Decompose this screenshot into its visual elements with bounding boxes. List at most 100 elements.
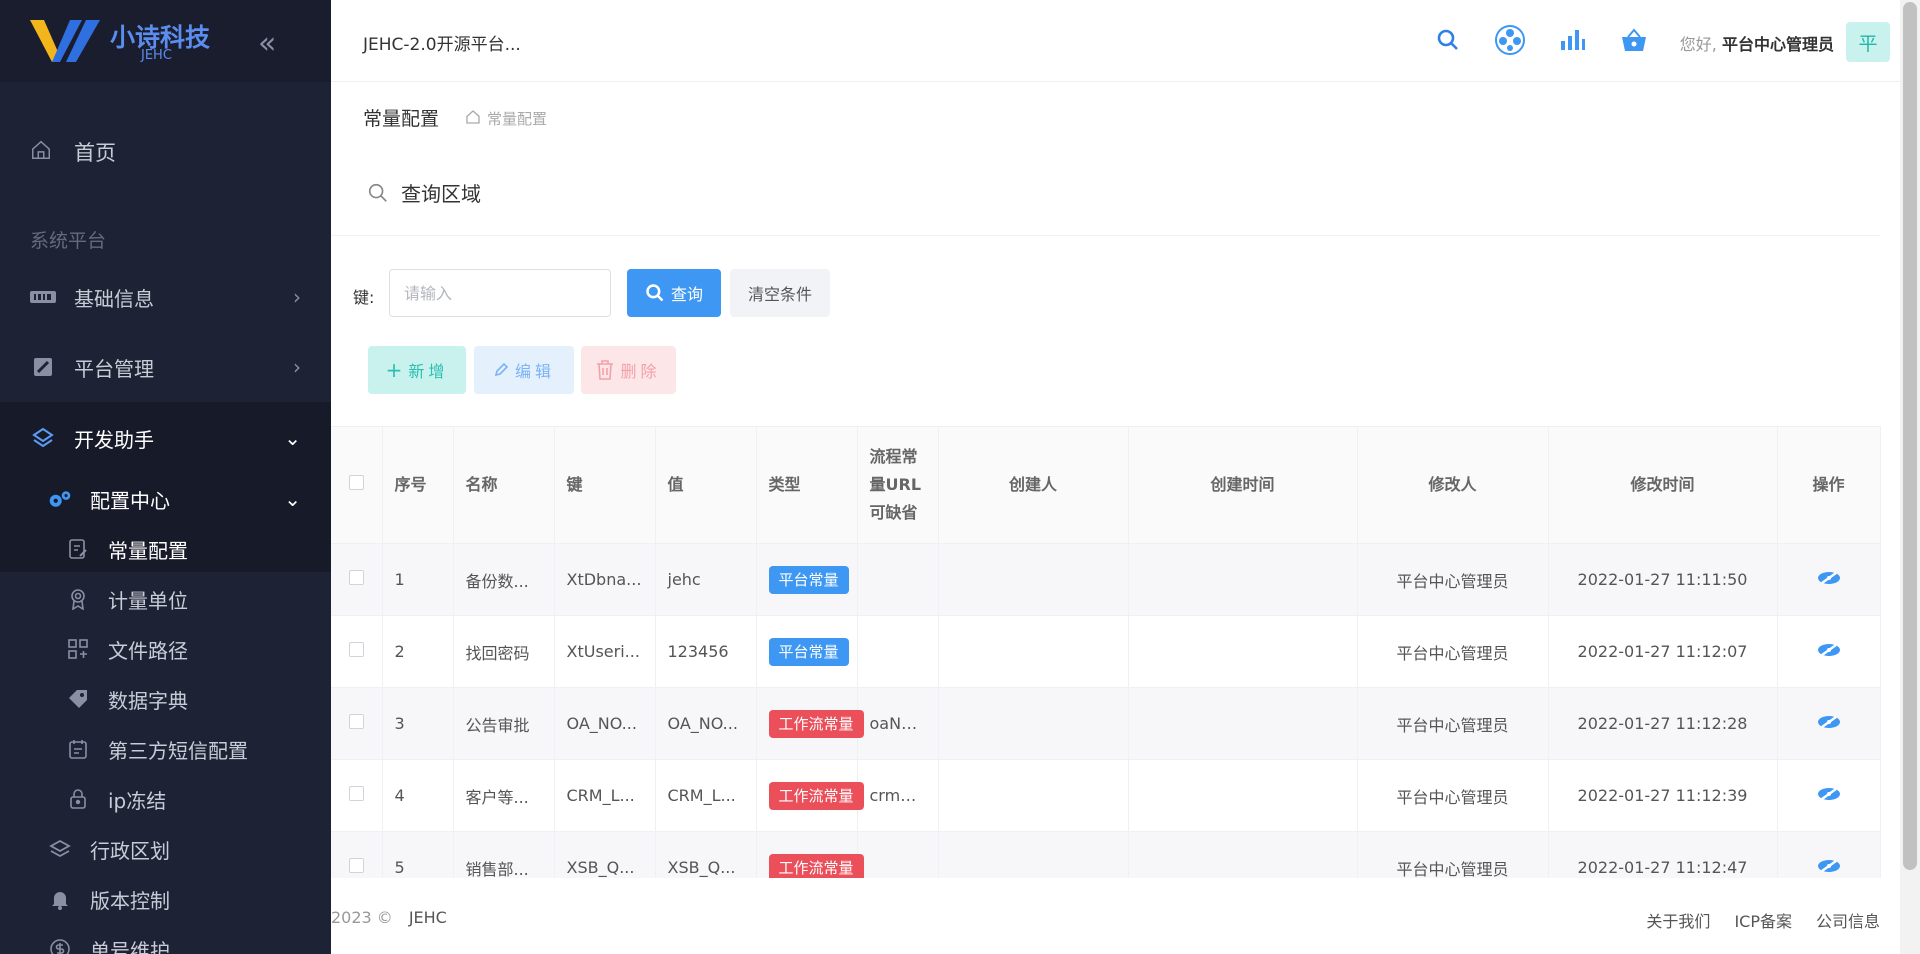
table-row[interactable]: 3公告审批OA_NO...OA_NO...工作流常量oaNotic...平台中心…	[331, 687, 1881, 760]
page-scrollbar[interactable]	[1900, 0, 1920, 954]
sidebar-item-home[interactable]: 首页	[0, 126, 331, 178]
theme-icon[interactable]	[1494, 24, 1526, 56]
type-badge: 平台常量	[768, 637, 849, 666]
edit-button[interactable]: 编辑	[474, 346, 574, 394]
edit-eye-icon[interactable]	[1816, 713, 1842, 731]
row-checkbox[interactable]	[348, 786, 364, 801]
edit-eye-icon[interactable]	[1816, 641, 1842, 659]
table-cell	[1777, 687, 1881, 760]
user-name[interactable]: 平台中心管理员	[1722, 35, 1834, 54]
cell-value: jehc	[655, 543, 757, 616]
sidebar-item-label: 行政区划	[90, 838, 170, 863]
basket-icon[interactable]	[1618, 24, 1650, 56]
cell-modified: 2022-01-27 11:12:07	[1548, 615, 1778, 688]
sidebar-item-platform[interactable]: 平台管理 ›	[0, 339, 331, 395]
edit-button-label: 编辑	[514, 362, 555, 381]
sidebar-item-region[interactable]: 行政区划	[0, 824, 331, 874]
logo-bar: 小诗科技 JEHC «	[0, 0, 331, 82]
search-icon[interactable]	[1432, 24, 1464, 56]
sidebar-item-basic-info[interactable]: 基础信息 ›	[0, 269, 331, 325]
sidebar-item-order-number[interactable]: 单号维护	[0, 924, 331, 954]
cell-modifier: 平台中心管理员	[1357, 759, 1549, 832]
sidebar-item-dev-helper[interactable]: 开发助手 ⌄	[0, 410, 331, 466]
cell-name: 销售部...	[453, 831, 555, 878]
row-checkbox[interactable]	[348, 642, 364, 657]
avatar[interactable]: 平	[1846, 22, 1890, 62]
footer-links: 关于我们 ICP备案 公司信息	[1646, 908, 1880, 932]
cell-creator	[938, 831, 1129, 878]
table-cell	[331, 543, 383, 616]
sidebar-item-label: 基础信息	[74, 286, 154, 311]
sidebar-item-sms-config[interactable]: 第三方短信配置	[0, 724, 331, 774]
column-header: 创建人	[938, 426, 1129, 544]
edit-eye-icon[interactable]	[1816, 569, 1842, 587]
scrollbar-thumb[interactable]	[1903, 2, 1917, 870]
select-all-checkbox[interactable]	[331, 426, 383, 544]
table-row[interactable]: 2 找回密码 XtUseri... 123456 平台常量 平台中心管理员 2022-01-…	[331, 615, 1881, 688]
delete-button[interactable]: 删除	[581, 346, 676, 394]
footer: 2023 © JEHC 关于我们 ICP备案 公司信息	[331, 878, 1900, 954]
cell-modifier: 平台中心管理员	[1357, 687, 1549, 760]
sidebar-item-label: 版本控制	[90, 888, 170, 913]
header-title[interactable]: JEHC-2.0开源平台...	[363, 30, 521, 55]
trash-icon	[597, 360, 614, 380]
copyright-text: 2023 ©	[331, 908, 393, 927]
footer-link-company[interactable]: 公司信息	[1816, 908, 1880, 932]
edit-eye-icon[interactable]	[1816, 857, 1842, 875]
collapse-sidebar-icon[interactable]: «	[258, 26, 276, 61]
sidebar-item-label: 第三方短信配置	[108, 738, 248, 763]
row-checkbox[interactable]	[348, 714, 364, 729]
calendar-icon	[66, 737, 90, 761]
query-button[interactable]: 查询	[627, 269, 721, 317]
sidebar-item-file-path[interactable]: 文件路径	[0, 624, 331, 674]
cell-key: XtDbna...	[554, 543, 656, 616]
cell-name: 备份数...	[453, 543, 555, 616]
type-badge: 平台常量	[768, 565, 849, 594]
cell-type: 工作流常量	[756, 687, 864, 760]
award-icon	[66, 587, 90, 611]
pencil-icon	[494, 362, 509, 377]
row-checkbox[interactable]	[348, 858, 364, 874]
cell-created	[1128, 831, 1358, 878]
footer-brand[interactable]: JEHC	[409, 908, 447, 927]
table-row[interactable]: 1 备份数... XtDbna... jehc 平台常量 平台中心管理员 2022-01-2…	[331, 543, 1881, 616]
home-icon[interactable]	[465, 109, 481, 129]
key-search-input[interactable]	[389, 269, 611, 317]
tag-icon	[66, 687, 90, 711]
type-badge: 工作流常量	[768, 781, 864, 810]
add-button[interactable]: + 新增	[368, 346, 466, 394]
table-cell	[331, 687, 383, 760]
sidebar-item-dictionary[interactable]: 数据字典	[0, 674, 331, 724]
cell-no: 5	[382, 831, 454, 878]
row-checkbox[interactable]	[348, 570, 364, 585]
cell-creator	[938, 759, 1129, 832]
header-icons	[1432, 24, 1650, 56]
cell-key: XSB_Q...	[554, 831, 656, 878]
sidebar-item-config-center[interactable]: 配置中心 ⌄	[0, 474, 331, 524]
table-cell	[331, 615, 383, 688]
delete-button-label: 删除	[620, 362, 661, 381]
cell-created	[1128, 615, 1358, 688]
table-row[interactable]: 4 客户等... CRM_L... CRM_L... 工作流常量 crmCus... 平台中…	[331, 759, 1881, 832]
cell-created	[1128, 543, 1358, 616]
barcode-icon	[30, 284, 56, 310]
sidebar-item-constant-config[interactable]: 常量配置	[0, 524, 331, 574]
footer-link-about[interactable]: 关于我们	[1646, 908, 1710, 932]
sidebar-item-version[interactable]: 版本控制	[0, 874, 331, 924]
home-icon	[30, 139, 56, 165]
chevron-down-icon: ⌄	[284, 426, 301, 450]
cell-key: CRM_L...	[554, 759, 656, 832]
sidebar-item-units[interactable]: 计量单位	[0, 574, 331, 624]
clear-conditions-button[interactable]: 清空条件	[730, 269, 830, 317]
bar-chart-icon[interactable]	[1556, 24, 1588, 56]
column-header: 修改人	[1357, 426, 1549, 544]
footer-link-icp[interactable]: ICP备案	[1734, 908, 1792, 932]
cell-url: oaNotic...	[857, 687, 939, 760]
sidebar-item-ip-freeze[interactable]: ip冻结	[0, 774, 331, 824]
breadcrumb: 常量配置	[465, 108, 547, 129]
column-header: 序号	[382, 426, 454, 544]
logo-subtitle: JEHC	[141, 48, 172, 63]
cell-url: crmCus...	[857, 759, 939, 832]
edit-eye-icon[interactable]	[1816, 785, 1842, 803]
table-row[interactable]: 5 销售部... XSB_Q... XSB_Q... 工作流常量 平台中心管理员 2022-…	[331, 831, 1881, 878]
